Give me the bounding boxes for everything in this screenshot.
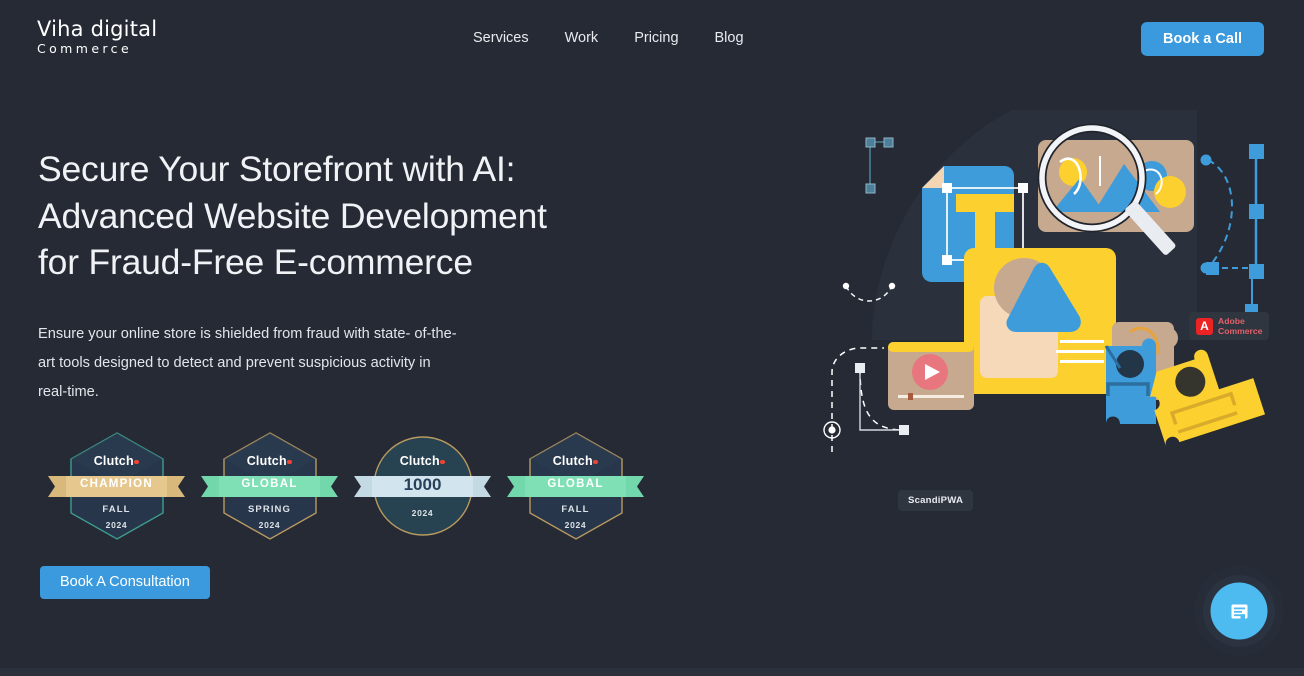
badge-season-label: FALL <box>561 504 590 515</box>
badge-award-label: 1000 <box>403 475 442 494</box>
hero-title-line-3: for Fraud-Free E-commerce <box>38 242 473 282</box>
clutch-badge-global-fall[interactable]: Clutch GLOBAL FALL 2024 <box>499 428 652 543</box>
badge-brand-text: Clutch <box>399 454 440 468</box>
badge-brand-text: Clutch <box>246 454 287 468</box>
hero-subtitle: Ensure your online store is shielded fro… <box>38 325 457 400</box>
badge-award-label: CHAMPION <box>79 478 153 490</box>
book-a-call-button[interactable]: Book a Call <box>1141 22 1264 56</box>
clutch-dot-icon <box>440 459 445 464</box>
nav-item-services[interactable]: Services <box>455 24 547 52</box>
clutch-dot-icon <box>134 459 139 464</box>
puzzle-pieces-illustration <box>1104 338 1266 447</box>
hero-title-line-1: Secure Your Storefront with AI: <box>38 149 516 189</box>
nav-item-pricing[interactable]: Pricing <box>616 24 696 52</box>
video-player-card <box>888 342 974 410</box>
badge-brand-text: Clutch <box>552 454 593 468</box>
hero-title-line-2: Advanced Website Development <box>38 195 547 236</box>
badge-brand-text: Clutch <box>93 454 134 468</box>
design-canvas-card <box>964 248 1116 394</box>
brand-logo[interactable]: Viha digital Commerce <box>37 18 157 56</box>
badge-year-label: 2024 <box>105 520 128 530</box>
hero-content: Secure Your Storefront with AI: Advanced… <box>38 146 638 407</box>
nav-item-blog[interactable]: Blog <box>697 24 762 52</box>
badge-year-label: 2024 <box>564 520 587 530</box>
footer-divider <box>0 668 1304 676</box>
clutch-dot-icon <box>593 459 598 464</box>
clutch-dot-icon <box>287 459 292 464</box>
badge-brand-label: Clutch <box>193 454 346 468</box>
clutch-badge-champion[interactable]: Clutch CHAMPION FALL 2024 <box>40 428 193 543</box>
chat-document-icon <box>1231 604 1247 618</box>
chat-button-circle[interactable] <box>1210 582 1268 640</box>
award-badges: Clutch CHAMPION FALL 2024 Clutch GLOBAL … <box>40 428 652 543</box>
badge-brand-label: Clutch <box>40 454 193 468</box>
page-title: Secure Your Storefront with AI: Advanced… <box>38 146 638 286</box>
main-navigation: Services Work Pricing Blog <box>455 0 762 76</box>
badge-year-label: 2024 <box>411 508 434 518</box>
adobe-logo-icon: A <box>1196 317 1213 335</box>
logo-line-1: Viha digital <box>37 17 158 41</box>
badge-season-label: FALL <box>102 504 131 515</box>
book-a-consultation-button[interactable]: Book A Consultation <box>40 566 210 599</box>
clutch-badge-global-spring[interactable]: Clutch GLOBAL SPRING 2024 <box>193 428 346 543</box>
vector-handle-top-left <box>869 141 890 188</box>
logo-line-2: Commerce <box>37 41 133 56</box>
badge-award-label: GLOBAL <box>241 478 298 490</box>
badge-season-label: SPRING <box>247 504 292 515</box>
adobe-commerce-tag: A Adobe Commerce <box>1189 312 1270 340</box>
badge-brand-label: Clutch <box>346 454 499 468</box>
scandipwa-label: ScandiPWA <box>908 495 964 506</box>
chat-widget-button[interactable] <box>1194 566 1284 656</box>
badge-award-label: GLOBAL <box>547 478 604 490</box>
site-header: Viha digital Commerce Services Work Pric… <box>0 0 1304 76</box>
badge-brand-label: Clutch <box>499 454 652 468</box>
scandipwa-tag: ScandiPWA <box>898 490 974 511</box>
nav-item-work[interactable]: Work <box>547 24 617 52</box>
vector-bezier-right <box>1200 144 1264 279</box>
badge-year-label: 2024 <box>258 520 281 530</box>
clutch-badge-1000[interactable]: Clutch 1000 2024 <box>346 428 499 543</box>
adobe-commerce-label: Adobe Commerce <box>1218 316 1263 336</box>
landing-page: Viha digital Commerce Services Work Pric… <box>0 0 1304 676</box>
